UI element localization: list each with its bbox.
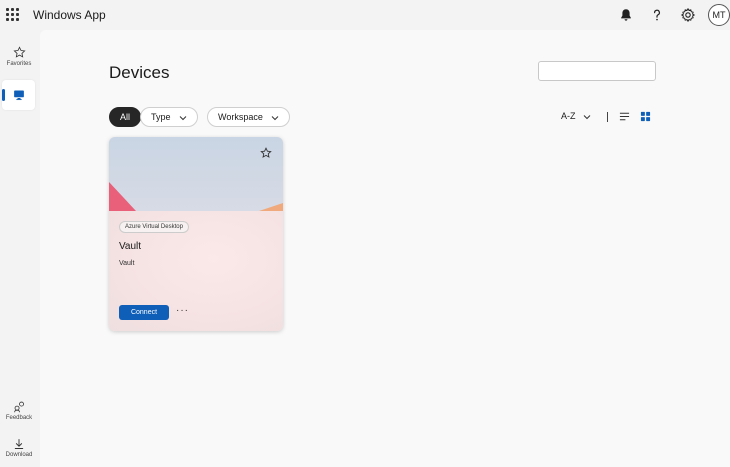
filter-chip-all[interactable]: All bbox=[109, 107, 142, 127]
chevron-down-icon bbox=[272, 115, 279, 120]
filter-chip-label: All bbox=[120, 112, 131, 122]
filter-chip-type[interactable]: Type bbox=[140, 107, 199, 127]
help-icon[interactable] bbox=[649, 7, 665, 23]
sidebar-item-label: Download bbox=[5, 452, 33, 458]
sidebar-item-favorites[interactable]: Favorites bbox=[2, 46, 36, 67]
card-decoration bbox=[109, 182, 283, 211]
sidebar-active-indicator bbox=[2, 89, 5, 101]
feedback-icon bbox=[13, 401, 24, 413]
sort-label: A-Z bbox=[561, 111, 576, 121]
title-bar: Windows App MT bbox=[0, 0, 730, 30]
toolbar-divider bbox=[607, 112, 608, 122]
notifications-bell-icon[interactable] bbox=[618, 7, 634, 23]
filter-chip-workspace[interactable]: Workspace bbox=[207, 107, 291, 127]
page-title: Devices bbox=[109, 63, 170, 82]
main-content: Devices All Type Workspace A-Z Azure Vir… bbox=[40, 30, 730, 467]
device-type-badge: Azure Virtual Desktop bbox=[119, 221, 189, 233]
device-subtitle: Vault bbox=[119, 260, 135, 267]
sidebar-item-devices[interactable] bbox=[2, 80, 35, 110]
user-avatar[interactable]: MT bbox=[708, 4, 730, 26]
sidebar-item-label: Feedback bbox=[5, 415, 33, 421]
search-input[interactable] bbox=[538, 61, 656, 81]
settings-gear-icon[interactable] bbox=[680, 7, 696, 23]
chevron-down-icon bbox=[179, 115, 187, 120]
favorite-star-icon[interactable] bbox=[260, 147, 272, 159]
sidebar-item-label: Favorites bbox=[6, 61, 32, 67]
more-options-button[interactable]: ··· bbox=[176, 305, 189, 317]
app-launcher-icon[interactable] bbox=[6, 8, 19, 21]
sidebar-item-feedback[interactable]: Feedback bbox=[2, 400, 36, 421]
list-view-icon[interactable] bbox=[619, 111, 630, 122]
chevron-down-icon bbox=[583, 114, 591, 119]
device-card[interactable]: Azure Virtual Desktop Vault Vault Connec… bbox=[109, 137, 283, 331]
sidebar-item-download[interactable]: Download bbox=[2, 438, 36, 458]
grid-view-icon[interactable] bbox=[640, 111, 651, 122]
sidebar: Favorites Feedback Download bbox=[0, 30, 40, 467]
download-icon bbox=[14, 439, 24, 449]
device-title: Vault bbox=[119, 241, 142, 252]
filter-chip-label: Type bbox=[151, 112, 171, 122]
filter-chip-label: Workspace bbox=[218, 112, 263, 122]
connect-button[interactable]: Connect bbox=[119, 305, 169, 320]
card-hero-image bbox=[109, 137, 283, 211]
sort-dropdown[interactable]: A-Z bbox=[561, 111, 591, 121]
monitor-icon bbox=[14, 90, 24, 101]
app-title: Windows App bbox=[33, 8, 106, 22]
star-icon bbox=[12, 46, 26, 58]
